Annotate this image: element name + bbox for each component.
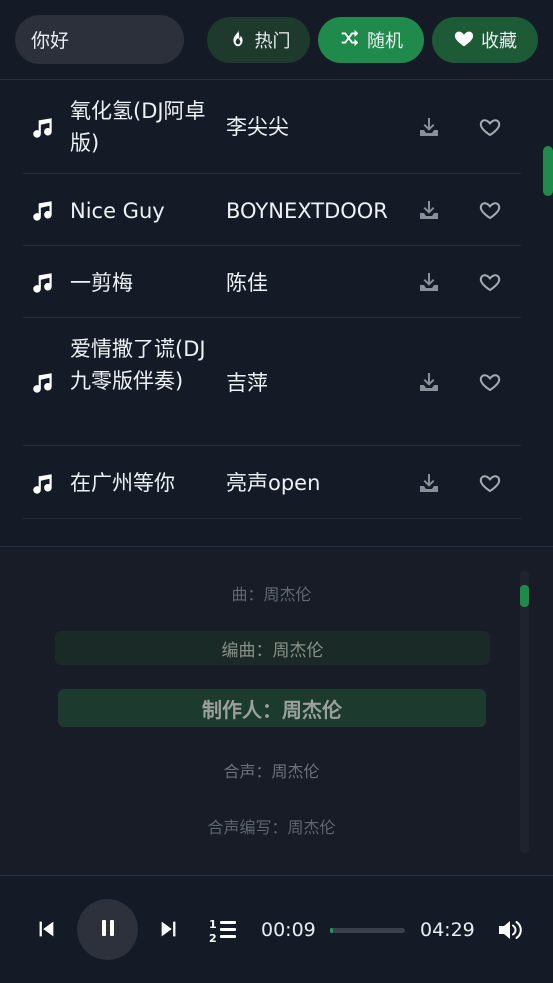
lyric-line: 曲：周杰伦	[231, 585, 312, 604]
song-artist: 亮声open	[226, 471, 321, 495]
music-note-icon	[30, 115, 56, 141]
heart-outline-icon[interactable]	[478, 370, 502, 394]
lyric-line: 合声编写：周杰伦	[207, 818, 336, 837]
song-title: 一剪梅	[70, 271, 133, 295]
song-artist: BOYNEXTDOOR	[226, 199, 388, 223]
svg-text:1: 1	[209, 918, 217, 931]
lyric-line: 编曲：周杰伦	[55, 631, 490, 665]
download-icon[interactable]	[417, 198, 441, 222]
svg-text:2: 2	[209, 932, 217, 943]
song-title: 在广州等你	[70, 471, 175, 495]
pause-button[interactable]	[77, 899, 138, 960]
heart-outline-icon[interactable]	[478, 270, 502, 294]
favorites-label: 收藏	[481, 31, 517, 52]
progress-bar[interactable]	[330, 928, 405, 933]
music-note-icon	[30, 198, 56, 224]
skip-forward-icon[interactable]	[157, 917, 181, 941]
music-note-icon	[30, 471, 56, 497]
download-icon[interactable]	[417, 270, 441, 294]
pause-icon	[96, 916, 120, 944]
song-row[interactable]: 爱情撒了谎(DJ九零版伴奏) 吉萍	[23, 318, 521, 446]
download-icon[interactable]	[417, 370, 441, 394]
lyrics-panel[interactable]: 曲：周杰伦 编曲：周杰伦 制作人：周杰伦 合声：周杰伦 合声编写：周杰伦	[0, 546, 553, 876]
download-icon[interactable]	[417, 471, 441, 495]
song-list-scrollbar[interactable]	[543, 146, 553, 196]
song-list[interactable]: 氧化氢(DJ阿卓版) 李尖尖 Nice Guy BOYNEXTDOOR 一剪梅 …	[0, 81, 553, 546]
top-bar: 热门 随机 收藏	[0, 0, 553, 80]
skip-back-icon[interactable]	[34, 917, 58, 941]
heart-outline-icon[interactable]	[478, 471, 502, 495]
song-title: Nice Guy	[70, 199, 165, 223]
total-time: 04:29	[420, 919, 475, 941]
flame-icon	[227, 27, 249, 54]
heart-icon	[453, 27, 475, 54]
playlist-icon[interactable]: 1 2	[209, 917, 237, 943]
search-input[interactable]	[15, 15, 184, 64]
song-title: 氧化氢(DJ阿卓版)	[70, 99, 206, 155]
heart-outline-icon[interactable]	[478, 115, 502, 139]
song-row[interactable]: 一剪梅 陈佳	[23, 246, 521, 318]
music-note-icon	[30, 270, 56, 296]
heart-outline-icon[interactable]	[478, 198, 502, 222]
player-bar: 1 2 00:09 04:29	[0, 877, 553, 983]
download-icon[interactable]	[417, 115, 441, 139]
lyric-line: 合声：周杰伦	[223, 762, 320, 781]
song-artist: 李尖尖	[226, 115, 289, 139]
hot-button[interactable]: 热门	[207, 17, 310, 63]
random-button[interactable]: 随机	[318, 17, 424, 63]
shuffle-icon	[339, 27, 361, 54]
hot-label: 热门	[254, 31, 291, 52]
song-row[interactable]: 氧化氢(DJ阿卓版) 李尖尖	[23, 81, 521, 174]
favorites-button[interactable]: 收藏	[432, 17, 538, 63]
current-time: 00:09	[261, 919, 316, 941]
progress-fill	[330, 928, 333, 933]
lyrics-scrollbar-track[interactable]	[520, 571, 529, 853]
lyrics-scrollbar-thumb[interactable]	[520, 585, 529, 607]
song-row[interactable]: 在广州等你 亮声open	[23, 446, 521, 519]
song-artist: 陈佳	[226, 271, 268, 295]
song-title: 爱情撒了谎(DJ九零版伴奏)	[70, 337, 206, 393]
song-artist: 吉萍	[226, 371, 268, 395]
song-row[interactable]: Nice Guy BOYNEXTDOOR	[23, 174, 521, 246]
current-lyric-line: 制作人：周杰伦	[58, 689, 486, 727]
random-label: 随机	[367, 31, 403, 52]
volume-icon[interactable]	[496, 917, 524, 943]
music-note-icon	[30, 370, 56, 396]
